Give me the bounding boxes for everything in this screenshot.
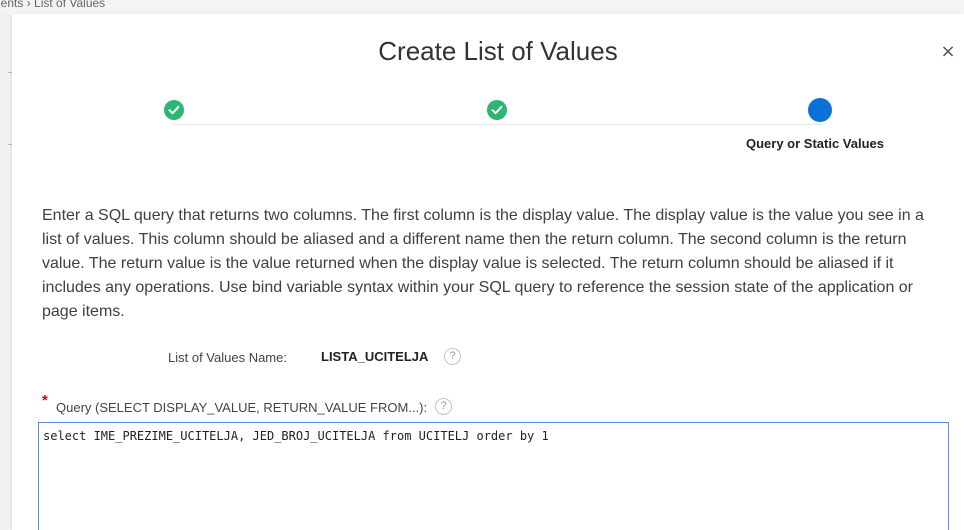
lov-name-value: LISTA_UCITELJA (321, 349, 429, 364)
wizard-step-3-label: Query or Static Values (746, 136, 885, 151)
dialog-title: Create List of Values (378, 36, 618, 66)
query-input[interactable]: select IME_PREZIME_UCITELJA, JED_BROJ_UC… (38, 422, 949, 530)
wizard-step-3-current (808, 98, 832, 122)
wizard-progress-track (174, 124, 822, 125)
checkmark-icon (491, 105, 503, 115)
lov-name-help-icon[interactable]: ? (444, 348, 461, 365)
background-breadcrumb-text: nents › List of Values (0, 0, 106, 10)
instructions-text: Enter a SQL query that returns two colum… (42, 207, 924, 320)
checkmark-icon (168, 105, 180, 115)
wizard-step-2-complete (487, 100, 507, 120)
required-indicator: * (42, 392, 48, 409)
query-help-icon[interactable]: ? (435, 398, 452, 415)
create-lov-dialog: Create List of Values × Query or Static … (12, 14, 964, 530)
screen: nents › List of Values Create List of Va… (0, 0, 964, 530)
lov-name-label: List of Values Name: (168, 350, 287, 365)
close-button[interactable]: × (938, 42, 958, 62)
background-breadcrumb: nents › List of Values (0, 0, 964, 15)
wizard-step-1-complete (164, 100, 184, 120)
query-field-label: Query (SELECT DISPLAY_VALUE, RETURN_VALU… (56, 400, 428, 415)
